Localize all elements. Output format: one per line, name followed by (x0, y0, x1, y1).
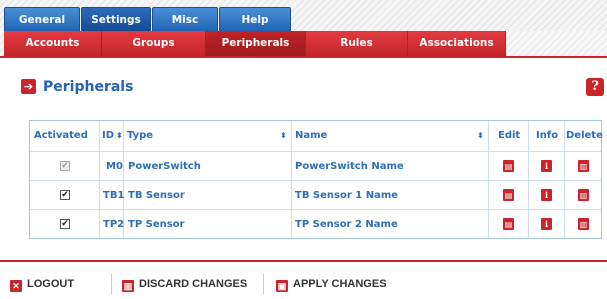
row-id: TP2 (103, 219, 125, 230)
tab-settings[interactable]: Settings (81, 7, 151, 31)
sort-icon[interactable]: ⬍ (477, 131, 484, 140)
column-header-delete: Delete (566, 130, 603, 141)
close-icon: ✕ (10, 280, 22, 292)
save-icon: ▣ (276, 280, 288, 292)
sub-nav-bar: Accounts Groups Peripherals Rules Associ… (0, 31, 607, 58)
sort-type-icon[interactable]: ⬍ (278, 121, 287, 151)
row-name: PowerSwitch Name (295, 161, 404, 172)
row-id: TB1 (103, 190, 125, 201)
subnav-rules[interactable]: Rules (306, 31, 408, 56)
column-header-id-label: ID (102, 130, 115, 141)
row-type: TB Sensor (128, 190, 185, 201)
discard-label: DISCARD CHANGES (139, 278, 248, 290)
subnav-associations[interactable]: Associations (408, 31, 506, 56)
sort-name-icon[interactable]: ⬍ (475, 121, 484, 151)
sort-icon[interactable]: ⬍ (280, 131, 287, 140)
column-header-type[interactable]: Type (127, 121, 153, 151)
tab-general[interactable]: General (4, 7, 80, 31)
activated-checkbox: ✔ (60, 161, 70, 171)
app-root: General Settings Misc Help Accounts Grou… (0, 0, 607, 299)
row-id: M0 (106, 161, 123, 172)
column-header-edit: Edit (498, 130, 521, 141)
logout-label: LOGOUT (27, 278, 75, 290)
delete-icon[interactable]: ▥ (578, 218, 589, 230)
row-name: TP Sensor 2 Name (295, 219, 398, 230)
page-title: Peripherals (43, 79, 134, 95)
top-tab-bar: General Settings Misc Help (0, 0, 607, 31)
row-type: PowerSwitch (128, 161, 201, 172)
apply-changes-button[interactable]: ▣ APPLY CHANGES (276, 276, 387, 292)
edit-icon[interactable]: ▤ (503, 218, 514, 230)
column-header-activated: Activated (34, 130, 88, 141)
help-icon[interactable]: ? (586, 78, 604, 96)
footer-divider (0, 260, 607, 262)
tab-misc[interactable]: Misc (152, 7, 218, 31)
subnav-peripherals[interactable]: Peripherals (206, 31, 306, 56)
edit-icon[interactable]: ▤ (503, 189, 514, 201)
column-header-info: Info (536, 130, 559, 141)
footer-separator (263, 274, 264, 294)
edit-icon[interactable]: ▤ (503, 160, 514, 172)
discard-changes-button[interactable]: ▥ DISCARD CHANGES (122, 276, 247, 292)
logout-button[interactable]: ✕ LOGOUT (10, 276, 74, 292)
peripherals-table: Activated ID ⬍ Type ⬍ Name ⬍ Edit Info De… (29, 120, 603, 239)
trash-icon: ▥ (122, 280, 134, 292)
activated-checkbox[interactable]: ✔ (60, 190, 70, 200)
subnav-groups[interactable]: Groups (102, 31, 206, 56)
info-icon[interactable]: i (541, 218, 552, 230)
info-icon[interactable]: i (541, 160, 552, 172)
row-name: TB Sensor 1 Name (295, 190, 399, 201)
delete-icon[interactable]: ▥ (578, 160, 589, 172)
footer-separator (111, 274, 112, 294)
sort-icon[interactable]: ⬍ (116, 131, 123, 140)
info-icon[interactable]: i (541, 189, 552, 201)
subnav-accounts[interactable]: Accounts (4, 31, 102, 56)
delete-icon[interactable]: ▥ (578, 189, 589, 201)
apply-label: APPLY CHANGES (293, 278, 387, 290)
arrow-right-icon: ➔ (21, 79, 36, 94)
row-type: TP Sensor (128, 219, 185, 230)
tab-help[interactable]: Help (219, 7, 291, 31)
column-header-name[interactable]: Name (295, 121, 327, 151)
column-header-id[interactable]: ID ⬍ (102, 121, 123, 151)
activated-checkbox[interactable]: ✔ (60, 219, 70, 229)
